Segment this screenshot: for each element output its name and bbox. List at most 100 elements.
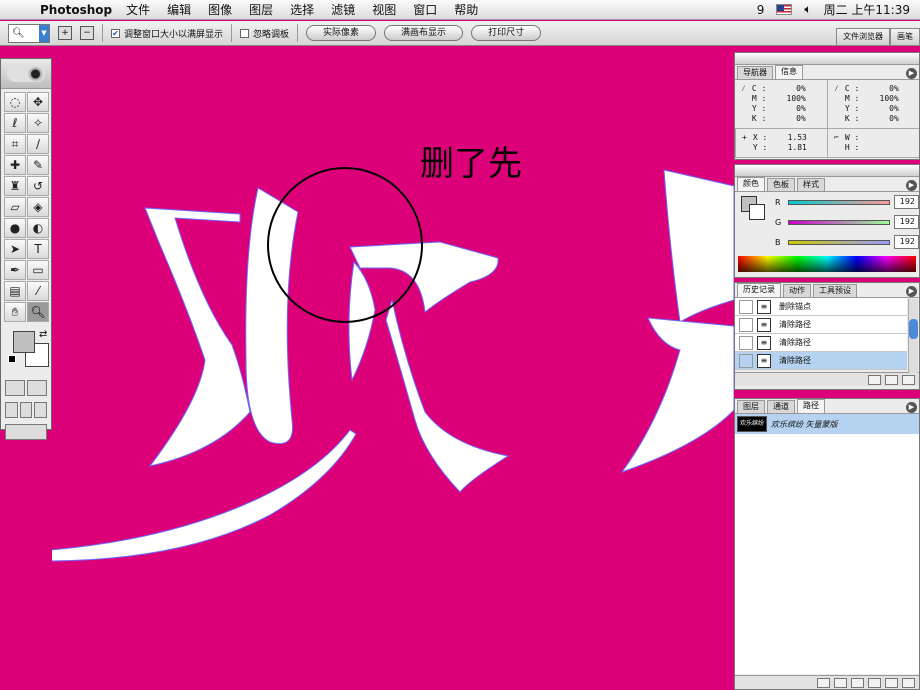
- history-brush-source-box[interactable]: [739, 317, 753, 332]
- ignore-palettes-checkbox[interactable]: 忽略调板: [240, 27, 289, 40]
- history-brush-tool-icon[interactable]: ↺: [27, 176, 49, 196]
- tab-file-browser[interactable]: 文件浏览器: [836, 28, 890, 45]
- fit-on-screen-button[interactable]: 满画布显示: [384, 25, 464, 41]
- trash-icon[interactable]: [902, 677, 915, 688]
- panel-menu-arrow-icon[interactable]: ▶: [906, 68, 917, 79]
- input-method-indicator[interactable]: 9: [757, 3, 765, 17]
- foreground-color-swatch[interactable]: [13, 331, 35, 353]
- volume-icon[interactable]: 🔈︎: [804, 2, 811, 17]
- lasso-tool-icon[interactable]: ℓ: [4, 113, 26, 133]
- path-to-selection-icon[interactable]: [851, 677, 864, 688]
- menu-filter[interactable]: 滤镜: [331, 1, 355, 18]
- magic-wand-tool-icon[interactable]: ✧: [27, 113, 49, 133]
- green-slider[interactable]: [787, 219, 890, 225]
- full-screen-menu-button[interactable]: [19, 402, 33, 418]
- tab-styles[interactable]: 样式: [797, 178, 825, 191]
- zoom-tool-icon[interactable]: 🔍︎: [27, 302, 49, 322]
- move-tool-icon[interactable]: ✥: [27, 92, 49, 112]
- resize-window-checkbox[interactable]: ✔ 调整窗口大小以满屏显示: [111, 27, 223, 40]
- tab-swatches[interactable]: 色板: [767, 178, 795, 191]
- history-scrollbar[interactable]: [908, 299, 918, 373]
- selection-to-path-icon[interactable]: [868, 677, 881, 688]
- new-path-icon[interactable]: [885, 677, 898, 688]
- pen-tool-icon[interactable]: ✒: [4, 260, 26, 280]
- default-colors-icon[interactable]: [8, 355, 16, 363]
- path-selection-tool-icon[interactable]: ➤: [4, 239, 26, 259]
- standard-mode-button[interactable]: [5, 380, 25, 396]
- blue-slider[interactable]: [787, 239, 890, 245]
- tab-tool-presets[interactable]: 工具预设: [813, 284, 857, 297]
- panel-background-swatch[interactable]: [749, 204, 765, 220]
- photoshop-logo[interactable]: [1, 59, 51, 89]
- tool-preset-picker[interactable]: 🔍︎ ▼: [8, 23, 50, 43]
- tab-layers[interactable]: 图层: [737, 400, 765, 413]
- healing-brush-tool-icon[interactable]: ✚: [4, 155, 26, 175]
- red-value-input[interactable]: 192: [893, 195, 920, 209]
- stamp-tool-icon[interactable]: ♜: [4, 176, 26, 196]
- tab-info[interactable]: 信息: [775, 65, 803, 79]
- green-value-input[interactable]: 192: [893, 215, 920, 229]
- panel-titlebar[interactable]: [735, 53, 919, 65]
- rectangle-tool-icon[interactable]: ▭: [27, 260, 49, 280]
- history-brush-source-box[interactable]: [739, 335, 753, 350]
- history-state[interactable]: ≡ 删除锚点: [735, 298, 907, 316]
- menu-help[interactable]: 帮助: [454, 1, 478, 18]
- menu-image[interactable]: 图像: [208, 1, 232, 18]
- us-flag-icon[interactable]: [776, 4, 793, 15]
- document-canvas[interactable]: 删了先: [0, 46, 735, 690]
- history-state-active[interactable]: ≡ 清除路径: [735, 352, 907, 370]
- new-snapshot-icon[interactable]: [885, 374, 898, 385]
- trash-icon[interactable]: [902, 374, 915, 385]
- dodge-tool-icon[interactable]: ◐: [27, 218, 49, 238]
- tab-history[interactable]: 历史记录: [737, 283, 781, 297]
- history-brush-source-box[interactable]: [739, 299, 753, 314]
- app-menu[interactable]: Photoshop: [40, 3, 112, 17]
- new-document-icon[interactable]: [868, 374, 881, 385]
- panel-menu-arrow-icon[interactable]: ▶: [906, 286, 917, 297]
- blur-tool-icon[interactable]: ●: [4, 218, 26, 238]
- print-size-button[interactable]: 打印尺寸: [471, 25, 542, 41]
- hand-tool-icon[interactable]: ✋︎: [4, 302, 26, 322]
- panel-titlebar[interactable]: [735, 165, 919, 177]
- menu-layer[interactable]: 图层: [249, 1, 273, 18]
- notes-tool-icon[interactable]: ▤: [4, 281, 26, 301]
- stroke-path-icon[interactable]: [834, 677, 847, 688]
- scroll-thumb[interactable]: [909, 319, 918, 339]
- red-slider[interactable]: [787, 199, 890, 205]
- actual-pixels-button[interactable]: 实际像素: [306, 25, 377, 41]
- marquee-tool-icon[interactable]: ◌: [4, 92, 26, 112]
- paint-bucket-tool-icon[interactable]: ◈: [27, 197, 49, 217]
- full-screen-button[interactable]: [34, 402, 48, 418]
- panel-menu-arrow-icon[interactable]: ▶: [906, 180, 917, 191]
- standard-screen-button[interactable]: [5, 402, 18, 418]
- quick-mask-mode-button[interactable]: [27, 380, 47, 396]
- tab-brushes[interactable]: 画笔: [890, 28, 920, 45]
- type-tool-icon[interactable]: T: [27, 239, 49, 259]
- menu-window[interactable]: 窗口: [413, 1, 437, 18]
- tab-channels[interactable]: 通道: [767, 400, 795, 413]
- clock[interactable]: 周二 上午11:39: [824, 1, 910, 18]
- menu-file[interactable]: 文件: [126, 1, 150, 18]
- menu-edit[interactable]: 编辑: [167, 1, 191, 18]
- brush-tool-icon[interactable]: ✎: [27, 155, 49, 175]
- path-item[interactable]: 欢乐缤纷 欢乐缤纷 矢量蒙版: [735, 414, 919, 434]
- eraser-tool-icon[interactable]: ▱: [4, 197, 26, 217]
- swap-colors-icon[interactable]: ⇄: [39, 329, 47, 340]
- fill-path-icon[interactable]: [817, 677, 830, 688]
- panel-menu-arrow-icon[interactable]: ▶: [906, 402, 917, 413]
- tab-actions[interactable]: 动作: [783, 284, 811, 297]
- menu-select[interactable]: 选择: [290, 1, 314, 18]
- menu-view[interactable]: 视图: [372, 1, 396, 18]
- slice-tool-icon[interactable]: ∕: [27, 134, 49, 154]
- tab-paths[interactable]: 路径: [797, 399, 825, 413]
- zoom-out-icon[interactable]: −: [80, 26, 94, 40]
- eyedropper-tool-icon[interactable]: ⁄: [27, 281, 49, 301]
- history-state[interactable]: ≡ 清除路径: [735, 316, 907, 334]
- zoom-in-icon[interactable]: +: [58, 26, 72, 40]
- color-ramp[interactable]: [738, 256, 916, 272]
- crop-tool-icon[interactable]: ⌗: [4, 134, 26, 154]
- history-state[interactable]: ≡ 清除路径: [735, 334, 907, 352]
- tab-navigator[interactable]: 导航器: [737, 66, 773, 79]
- tab-color[interactable]: 颜色: [737, 177, 765, 191]
- jump-to-imageready-button[interactable]: [5, 424, 47, 440]
